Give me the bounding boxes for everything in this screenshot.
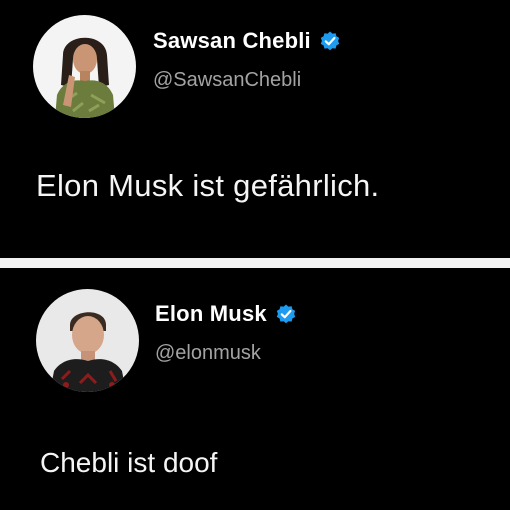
avatar[interactable] xyxy=(36,289,139,392)
tweet-divider xyxy=(0,258,510,268)
author-handle[interactable]: @elonmusk xyxy=(155,342,261,365)
author-handle[interactable]: @SawsanChebli xyxy=(153,69,301,92)
verified-badge-icon xyxy=(320,31,340,51)
author-name-row: Elon Musk xyxy=(155,301,298,327)
avatar-photo xyxy=(33,15,136,118)
tweet-card[interactable]: Elon Musk @elonmusk Chebli ist doof xyxy=(0,268,510,510)
display-name[interactable]: Elon Musk xyxy=(155,301,267,327)
author-name-row: Sawsan Chebli xyxy=(153,28,342,54)
avatar[interactable] xyxy=(33,15,136,118)
avatar-photo xyxy=(36,289,139,392)
verified-badge-icon xyxy=(276,304,296,324)
display-name[interactable]: Sawsan Chebli xyxy=(153,28,311,54)
tweet-text: Chebli ist doof xyxy=(40,447,218,478)
tweet-card[interactable]: Sawsan Chebli @SawsanChebli Elon Musk is… xyxy=(0,0,510,258)
tweet-text: Elon Musk ist gefährlich. xyxy=(36,168,380,203)
